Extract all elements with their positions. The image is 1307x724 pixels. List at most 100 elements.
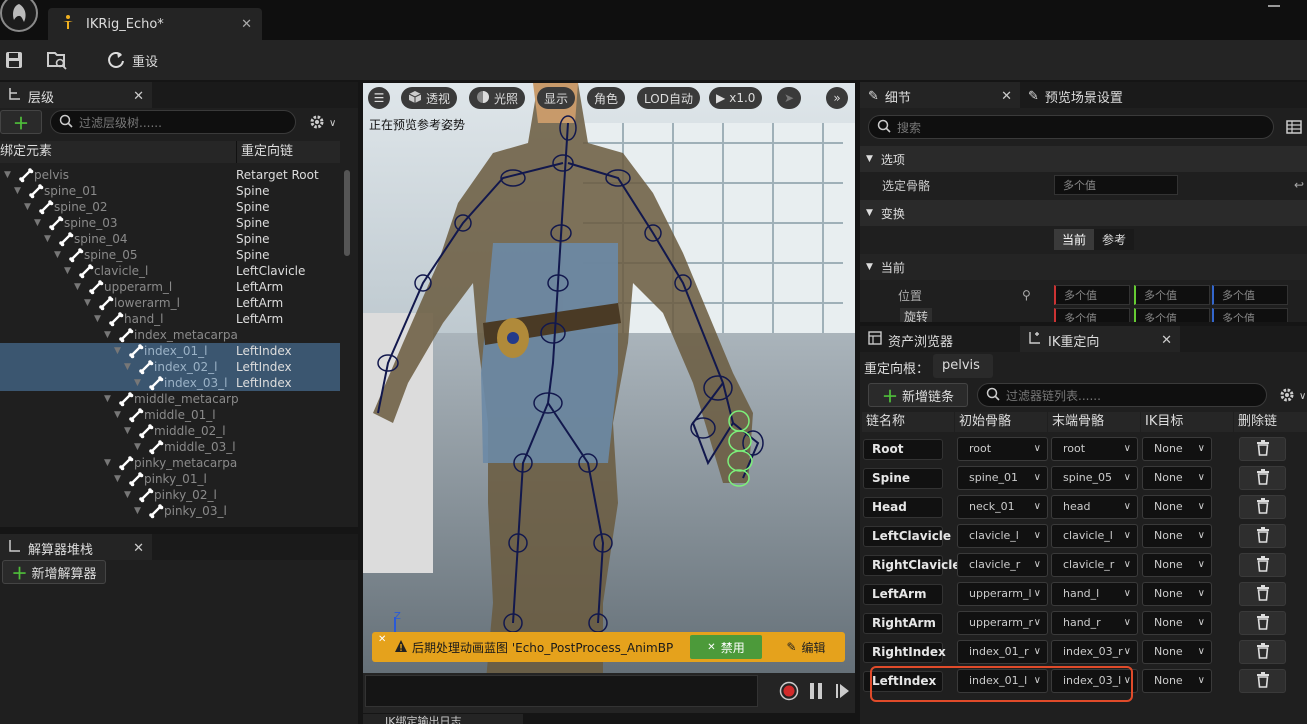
edit-button[interactable]: ✎ 编辑: [772, 635, 840, 659]
tab-hierarchy[interactable]: 层级 ✕: [0, 82, 152, 108]
selected-bones-value[interactable]: 多个值: [1054, 175, 1178, 195]
delete-chain-button[interactable]: [1239, 582, 1286, 606]
end-bone-dropdown[interactable]: root ∨: [1051, 437, 1138, 461]
hierarchy-row[interactable]: ▼ middle_03_l: [0, 439, 340, 455]
expand-arrow-icon[interactable]: ▼: [114, 471, 121, 487]
delete-chain-button[interactable]: [1239, 437, 1286, 461]
playback-speed-button[interactable]: ▶ x1.0: [709, 87, 763, 109]
tab-preview-scene[interactable]: ✎ 预览场景设置: [1020, 82, 1180, 108]
viewport-menu-button[interactable]: ☰: [368, 87, 390, 109]
hierarchy-row[interactable]: ▼ index_03_l LeftIndex: [0, 375, 340, 391]
viewport-expand-button[interactable]: »: [826, 87, 848, 109]
close-icon[interactable]: ✕: [1001, 89, 1012, 104]
expand-arrow-icon[interactable]: ▼: [134, 375, 141, 391]
start-bone-dropdown[interactable]: clavicle_l ∨: [957, 524, 1048, 548]
save-icon[interactable]: [4, 50, 24, 70]
pause-icon[interactable]: [809, 682, 823, 703]
expand-arrow-icon[interactable]: ▼: [4, 167, 11, 183]
select-mode-button[interactable]: ➤: [777, 87, 801, 109]
hierarchy-row[interactable]: ▼ spine_02 Spine: [0, 199, 340, 215]
expand-arrow-icon[interactable]: ▼: [44, 231, 51, 247]
details-search-input[interactable]: 搜索: [868, 115, 1274, 139]
chain-name-field[interactable]: LeftArm: [863, 584, 943, 605]
goal-bone-dropdown[interactable]: None ∨: [1142, 495, 1212, 519]
col-chain-header[interactable]: 重定向链: [236, 141, 340, 163]
hierarchy-search-input[interactable]: 过滤层级树......: [50, 110, 296, 134]
chain-filter-input[interactable]: 过滤器链列表......: [977, 383, 1267, 407]
delete-chain-button[interactable]: [1239, 524, 1286, 548]
play-next-icon[interactable]: [835, 682, 851, 703]
add-solver-button[interactable]: ＋ 新增解算器: [2, 560, 106, 584]
position-y-field[interactable]: 多个值: [1134, 285, 1210, 305]
window-control-icon[interactable]: [1268, 0, 1280, 7]
expand-arrow-icon[interactable]: ▼: [104, 391, 111, 407]
section-transform[interactable]: ▼ 变换: [860, 200, 1307, 226]
start-bone-dropdown[interactable]: upperarm_r ∨: [957, 611, 1048, 635]
col-chain-name[interactable]: 链名称: [862, 412, 954, 432]
disable-button[interactable]: ✕ 禁用: [690, 635, 762, 659]
hierarchy-row[interactable]: ▼ pinky_02_l: [0, 487, 340, 503]
expand-arrow-icon[interactable]: ▼: [34, 215, 41, 231]
expand-arrow-icon[interactable]: ▼: [104, 455, 111, 471]
add-element-button[interactable]: ＋: [0, 110, 42, 134]
end-bone-dropdown[interactable]: head ∨: [1051, 495, 1138, 519]
start-bone-dropdown[interactable]: clavicle_r ∨: [957, 553, 1048, 577]
chain-name-field[interactable]: RightIndex: [863, 642, 946, 663]
hierarchy-row[interactable]: ▼ pelvis Retarget Root: [0, 167, 340, 183]
add-chain-button[interactable]: ＋ 新增链条: [868, 383, 968, 407]
col-element-header[interactable]: 绑定元素: [0, 141, 236, 163]
current-toggle[interactable]: 当前: [1054, 229, 1095, 250]
settings-button[interactable]: ∨: [308, 113, 336, 134]
goal-bone-dropdown[interactable]: None ∨: [1142, 611, 1212, 635]
col-ik-goal[interactable]: IK目标: [1141, 412, 1233, 432]
hierarchy-row[interactable]: ▼ spine_04 Spine: [0, 231, 340, 247]
viewport[interactable]: ☰ 透视 光照 显示 角色 LOD自动 ▶ x1.0 ➤ » 正在预览参考姿势 …: [363, 83, 855, 713]
close-icon[interactable]: ✕: [133, 541, 144, 556]
retarget-root-value[interactable]: pelvis: [933, 354, 993, 378]
hierarchy-row[interactable]: ▼ middle_01_l: [0, 407, 340, 423]
rotation-x-field[interactable]: 多个值: [1054, 308, 1130, 322]
hierarchy-row[interactable]: ▼ spine_01 Spine: [0, 183, 340, 199]
close-icon[interactable]: ✕: [133, 89, 144, 104]
end-bone-dropdown[interactable]: hand_l ∨: [1051, 582, 1138, 606]
record-icon[interactable]: [779, 681, 799, 704]
end-bone-dropdown[interactable]: hand_r ∨: [1051, 611, 1138, 635]
hierarchy-row[interactable]: ▼ middle_metacarp: [0, 391, 340, 407]
expand-arrow-icon[interactable]: ▼: [124, 487, 131, 503]
timeline-track[interactable]: [365, 675, 758, 707]
asset-tab[interactable]: IKRig_Echo* ✕: [48, 8, 262, 40]
chain-name-field[interactable]: RightArm: [863, 613, 943, 634]
tab-details[interactable]: ✎ 细节 ✕: [860, 82, 1020, 108]
expand-arrow-icon[interactable]: ▼: [64, 263, 71, 279]
hierarchy-row[interactable]: ▼ index_01_l LeftIndex: [0, 343, 340, 359]
tab-output-log[interactable]: IK绑定输出日志: [363, 714, 523, 724]
goal-bone-dropdown[interactable]: None ∨: [1142, 466, 1212, 490]
unreal-logo-icon[interactable]: [0, 0, 38, 32]
delete-chain-button[interactable]: [1239, 640, 1286, 664]
close-icon[interactable]: ✕: [378, 634, 386, 645]
end-bone-dropdown[interactable]: clavicle_l ∨: [1051, 524, 1138, 548]
close-icon[interactable]: ✕: [1161, 333, 1172, 348]
tab-solver-stack[interactable]: 解算器堆栈 ✕: [0, 534, 152, 560]
delete-chain-button[interactable]: [1239, 611, 1286, 635]
delete-chain-button[interactable]: [1239, 495, 1286, 519]
hierarchy-row[interactable]: ▼ pinky_03_l: [0, 503, 340, 519]
close-icon[interactable]: ✕: [241, 17, 252, 32]
goal-bone-dropdown[interactable]: None ∨: [1142, 669, 1212, 693]
col-end-bone[interactable]: 末端骨骼: [1048, 412, 1140, 432]
position-x-field[interactable]: 多个值: [1054, 285, 1130, 305]
chain-name-field[interactable]: LeftClavicle: [863, 526, 951, 547]
end-bone-dropdown[interactable]: index_03_r ∨: [1051, 640, 1138, 664]
goal-bone-dropdown[interactable]: None ∨: [1142, 582, 1212, 606]
hierarchy-row[interactable]: ▼ spine_03 Spine: [0, 215, 340, 231]
expand-arrow-icon[interactable]: ▼: [114, 343, 121, 359]
expand-arrow-icon[interactable]: ▼: [114, 407, 121, 423]
chain-name-field[interactable]: Head: [863, 497, 943, 518]
col-start-bone[interactable]: 初始骨骼: [955, 412, 1047, 432]
expand-arrow-icon[interactable]: ▼: [54, 247, 61, 263]
character-button[interactable]: 角色: [587, 87, 626, 109]
section-current[interactable]: ▼ 当前: [860, 254, 1307, 280]
reference-toggle[interactable]: 参考: [1094, 229, 1135, 250]
expand-arrow-icon[interactable]: ▼: [84, 295, 91, 311]
expand-arrow-icon[interactable]: ▼: [134, 503, 141, 519]
